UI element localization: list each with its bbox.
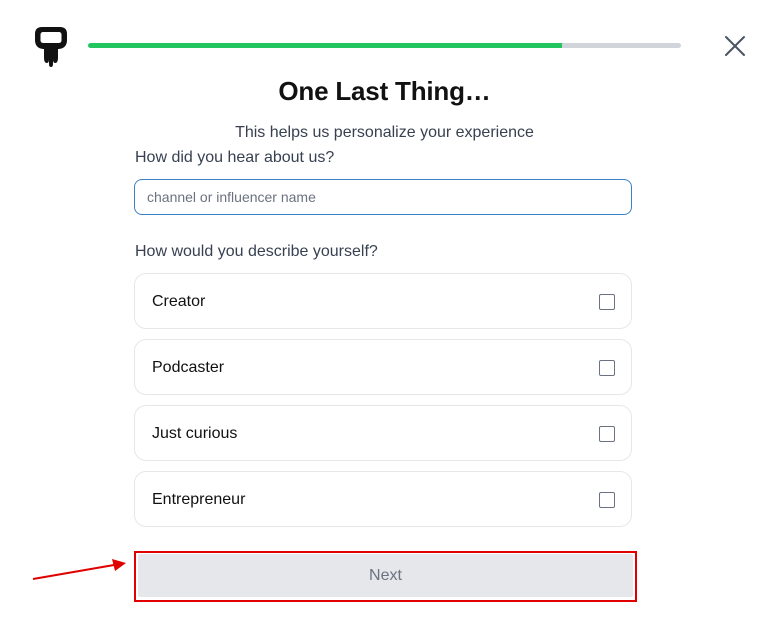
red-arrow-icon	[30, 555, 130, 585]
ghost-logo-icon	[32, 24, 70, 68]
option-entrepreneur[interactable]: Entrepreneur	[134, 471, 632, 527]
checkbox[interactable]	[599, 492, 615, 508]
page-subtitle: This helps us personalize your experienc…	[235, 124, 534, 141]
checkbox[interactable]	[599, 294, 615, 310]
option-label: Just curious	[152, 425, 238, 442]
option-label: Entrepreneur	[152, 491, 246, 508]
referral-input[interactable]	[134, 179, 632, 215]
option-podcaster[interactable]: Podcaster	[134, 339, 632, 395]
close-icon	[725, 36, 745, 56]
describe-label: How would you describe yourself?	[135, 243, 378, 260]
next-button[interactable]: Next	[138, 554, 633, 597]
checkbox[interactable]	[599, 426, 615, 442]
referral-label: How did you hear about us?	[135, 149, 335, 166]
checkbox[interactable]	[599, 360, 615, 376]
progress-bar	[88, 43, 681, 48]
option-creator[interactable]: Creator	[134, 273, 632, 329]
option-label: Creator	[152, 293, 206, 310]
option-label: Podcaster	[152, 359, 225, 376]
progress-fill	[88, 43, 563, 48]
option-just-curious[interactable]: Just curious	[134, 405, 632, 461]
page-title: One Last Thing…	[278, 76, 491, 106]
close-button[interactable]	[722, 33, 748, 59]
